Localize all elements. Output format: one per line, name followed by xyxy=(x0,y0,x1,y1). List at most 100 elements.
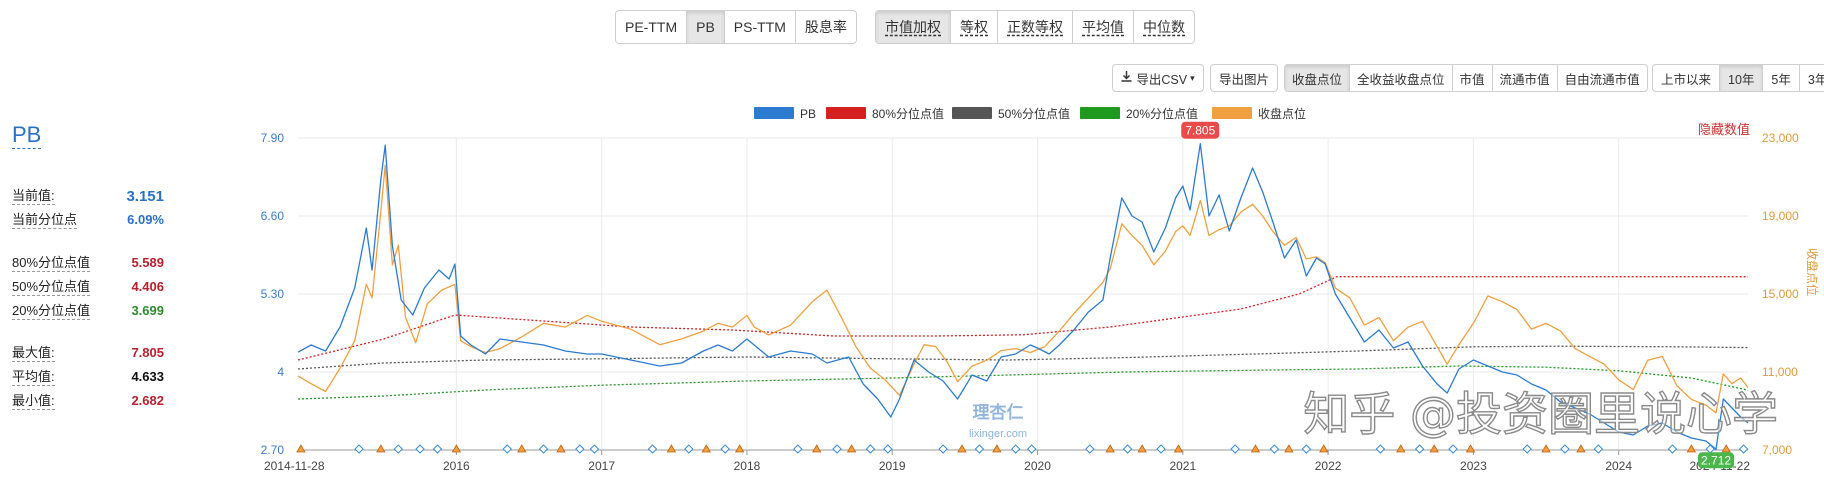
event-marker-diamond xyxy=(1593,444,1604,454)
event-marker-triangle xyxy=(1137,444,1147,453)
event-marker-diamond xyxy=(1085,444,1095,454)
event-marker-diamond xyxy=(354,444,364,454)
event-marker-diamond xyxy=(1738,444,1749,454)
event-marker-diamond xyxy=(502,444,512,454)
legend-item[interactable]: PB xyxy=(754,107,816,121)
x-start-label: 2014-11-28 xyxy=(264,459,325,473)
event-marker-triangle xyxy=(734,444,745,453)
legend-label: PB xyxy=(800,107,816,121)
event-marker-diamond xyxy=(865,444,876,454)
max-badge-label: 7.805 xyxy=(1185,124,1215,138)
right-axis-title: 收盘点位 xyxy=(1805,248,1820,296)
event-marker-diamond xyxy=(1230,444,1240,454)
event-marker-diamond xyxy=(832,444,842,454)
lixinger-logo: 理杏仁 xyxy=(973,402,1024,423)
y-left-tick-label: 7.90 xyxy=(261,131,285,145)
min-badge-label: 2.712 xyxy=(1701,453,1731,467)
legend-label: 50%分位点值 xyxy=(998,106,1070,121)
legend-swatch xyxy=(1212,107,1252,119)
x-tick-label: 2020 xyxy=(1024,459,1051,473)
chart-event-markers xyxy=(296,444,1749,454)
x-tick-label: 2016 xyxy=(443,459,470,473)
event-marker-diamond xyxy=(974,444,985,454)
event-marker-triangle xyxy=(1284,444,1294,453)
event-marker-diamond xyxy=(415,444,425,454)
event-marker-triangle xyxy=(451,444,462,453)
x-tick-label: 2019 xyxy=(879,459,906,473)
legend-item[interactable]: 收盘点位 xyxy=(1212,106,1306,121)
hide-values-link[interactable]: 隐藏数值 xyxy=(1698,122,1750,137)
event-marker-triangle xyxy=(376,444,386,453)
event-marker-diamond xyxy=(647,444,658,454)
x-tick-label: 2023 xyxy=(1460,459,1487,473)
legend-item[interactable]: 50%分位点值 xyxy=(952,106,1070,121)
event-marker-diamond xyxy=(1375,444,1386,454)
event-marker-triangle xyxy=(1105,444,1115,453)
legend-swatch xyxy=(952,107,992,119)
event-marker-triangle xyxy=(1576,444,1586,453)
x-tick-label: 2018 xyxy=(734,459,761,473)
legend-label: 20%分位点值 xyxy=(1126,106,1198,121)
event-marker-triangle xyxy=(1721,444,1731,453)
event-marker-triangle xyxy=(1429,444,1439,453)
chart-legend: PB 80%分位点值 50%分位点值 20%分位点值 收盘点位 xyxy=(754,106,1306,121)
event-marker-diamond xyxy=(1122,444,1133,454)
event-marker-triangle xyxy=(846,444,857,453)
event-marker-triangle xyxy=(666,444,677,453)
series-line-percentile xyxy=(297,276,1748,361)
y-left-tick-label: 6.60 xyxy=(261,209,285,223)
event-marker-diamond xyxy=(1269,444,1280,454)
legend-label: 80%分位点值 xyxy=(872,106,944,121)
y-left-tick-label: 4 xyxy=(277,365,284,379)
event-marker-diamond xyxy=(1011,444,1021,454)
zhihu-watermark: 知乎 @投资圈里说心学 xyxy=(1303,387,1778,441)
legend-item[interactable]: 80%分位点值 xyxy=(826,106,944,121)
event-marker-diamond xyxy=(1156,444,1166,454)
y-left-tick-label: 5.30 xyxy=(261,287,285,301)
event-marker-triangle xyxy=(1396,444,1406,453)
lixinger-url: lixinger.com xyxy=(969,428,1027,440)
event-marker-triangle xyxy=(556,444,566,453)
y-right-tick-label: 11,000 xyxy=(1762,365,1798,379)
event-marker-diamond xyxy=(684,444,694,454)
legend-item[interactable]: 20%分位点值 xyxy=(1080,106,1198,121)
event-marker-diamond xyxy=(589,444,600,454)
event-marker-diamond xyxy=(1027,444,1037,454)
event-marker-triangle xyxy=(1250,444,1261,453)
event-marker-diamond xyxy=(432,444,443,454)
event-marker-diamond xyxy=(1522,444,1532,454)
event-marker-diamond xyxy=(1301,444,1312,454)
event-marker-diamond xyxy=(938,444,948,454)
event-marker-triangle xyxy=(296,444,306,453)
x-tick-label: 2021 xyxy=(1169,459,1196,473)
event-marker-triangle xyxy=(1686,444,1697,453)
series-line-index xyxy=(297,164,1749,414)
legend-label: 收盘点位 xyxy=(1258,106,1306,121)
legend-swatch xyxy=(754,107,794,119)
y-right-tick-label: 23,000 xyxy=(1762,131,1799,145)
event-marker-diamond xyxy=(1560,444,1570,454)
event-marker-diamond xyxy=(575,444,585,454)
event-marker-diamond xyxy=(883,444,893,454)
legend-swatch xyxy=(826,107,866,119)
x-tick-label: 2022 xyxy=(1315,459,1342,473)
event-marker-triangle xyxy=(992,444,1002,453)
y-left-tick-label: 2.70 xyxy=(261,443,285,457)
event-marker-diamond xyxy=(1414,444,1425,454)
x-tick-label: 2024 xyxy=(1605,459,1632,473)
event-marker-triangle xyxy=(1541,444,1551,453)
y-right-tick-label: 19,000 xyxy=(1762,209,1799,223)
y-right-tick-label: 7,000 xyxy=(1762,443,1792,457)
legend-swatch xyxy=(1080,107,1120,119)
x-tick-label: 2017 xyxy=(588,459,615,473)
event-marker-triangle xyxy=(701,444,711,453)
pb-chart: PB 80%分位点值 50%分位点值 20%分位点值 收盘点位 2.70 7,0004 11… xyxy=(261,106,1820,473)
event-marker-triangle xyxy=(1173,444,1184,453)
event-marker-triangle xyxy=(1319,444,1329,453)
event-marker-triangle xyxy=(517,444,527,453)
event-marker-diamond xyxy=(1667,444,1678,454)
event-marker-diamond xyxy=(393,444,403,454)
y-right-tick-label: 15,000 xyxy=(1762,287,1799,301)
event-marker-triangle xyxy=(811,444,822,453)
event-marker-diamond xyxy=(793,444,803,454)
